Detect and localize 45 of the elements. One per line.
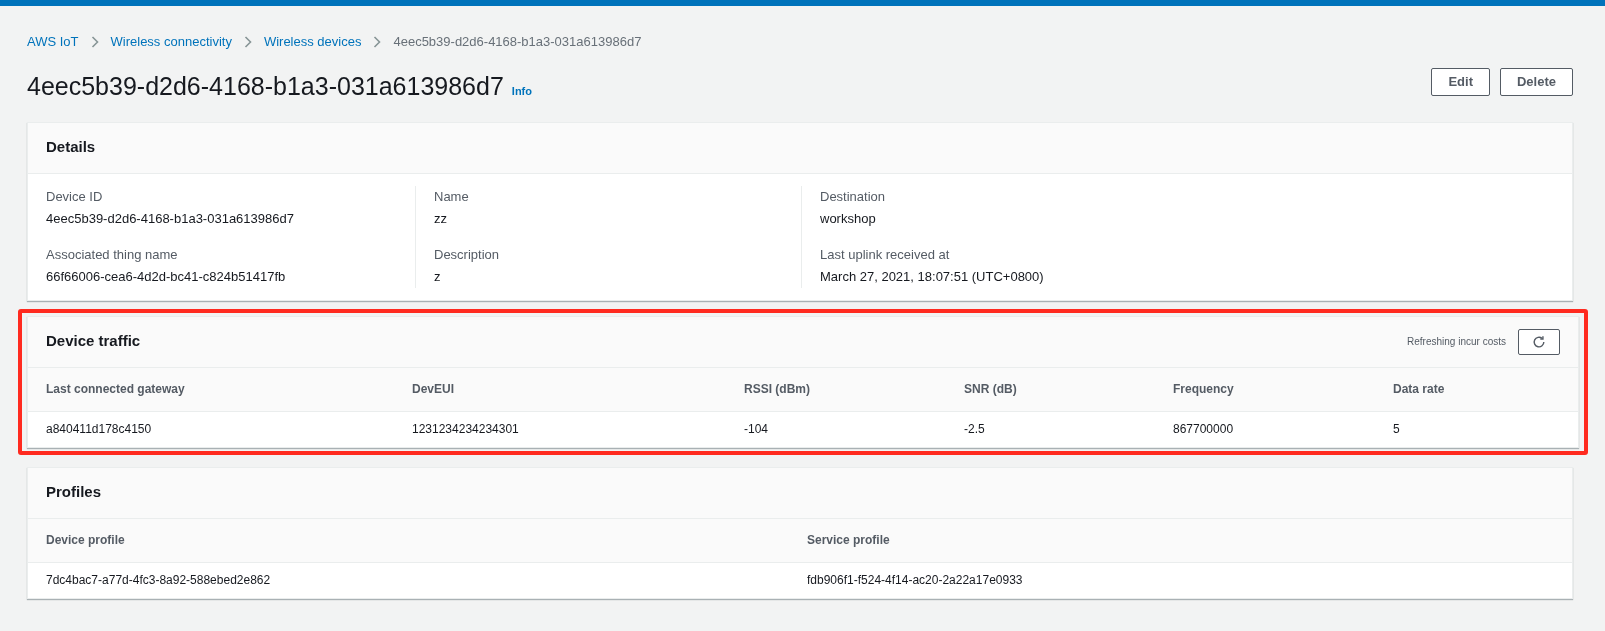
chevron-right-icon: [373, 35, 382, 48]
table-cell-text: -104: [744, 421, 770, 438]
breadcrumb-link[interactable]: Wireless connectivity: [110, 32, 232, 52]
breadcrumb-link[interactable]: AWS IoT: [27, 32, 79, 52]
table-cell-text: 867700000: [1173, 421, 1235, 438]
field-value: zz: [434, 209, 448, 228]
chevron-right-icon: [90, 35, 99, 48]
column-header: Last connected gateway: [46, 381, 186, 398]
field-label: Description: [434, 245, 501, 264]
field-value: 4eec5b39-d2d6-4168-b1a3-031a613986d7: [46, 209, 295, 228]
field-label: Associated thing name: [46, 245, 179, 264]
panel-title: Details: [46, 137, 96, 158]
refresh-icon: [1532, 334, 1546, 349]
refresh-button[interactable]: [1518, 328, 1560, 355]
table-cell-text: 1231234234234301: [412, 421, 520, 438]
column-header: RSSI (dBm): [744, 381, 811, 398]
breadcrumb-current: 4eec5b39-d2d6-4168-b1a3-031a613986d7: [393, 33, 642, 51]
refresh-note: Refreshing incur costs: [1407, 335, 1506, 349]
field-value: March 27, 2021, 18:07:51 (UTC+0800): [820, 267, 1045, 286]
table-cell-text: 5: [1393, 421, 1401, 438]
table-cell-text: fdb906f1-f524-4f14-ac20-2a22a17e0933: [807, 572, 1024, 589]
field-label: Last uplink received at: [820, 245, 951, 264]
column-header: DevEUI: [412, 381, 456, 398]
panel-title: Profiles: [46, 482, 102, 503]
field-value: z: [434, 267, 442, 286]
page-title: 4eec5b39-d2d6-4168-b1a3-031a613986d7: [27, 70, 504, 102]
column-header: Frequency: [1173, 381, 1235, 398]
info-link[interactable]: Info: [511, 82, 532, 99]
table-cell-text: -2.5: [964, 421, 986, 438]
column-header: Data rate: [1393, 381, 1446, 398]
table-cell-text: a840411d178c4150: [46, 421, 153, 438]
field-label: Name: [434, 187, 470, 206]
field-label: Destination: [820, 187, 887, 206]
table-cell-text: 7dc4bac7-a77d-4fc3-8a92-588ebed2e862: [46, 572, 272, 589]
field-value: 66f66006-cea6-4d2d-bc41-c824b51417fb: [46, 267, 287, 286]
header-button[interactable]: Edit: [1431, 67, 1490, 96]
column-header: SNR (dB): [964, 381, 1018, 398]
chevron-right-icon: [243, 35, 252, 48]
panel-title: Device traffic: [46, 331, 141, 352]
column-header: Device profile: [46, 532, 126, 549]
field-label: Device ID: [46, 187, 104, 206]
breadcrumb-link[interactable]: Wireless devices: [263, 32, 362, 52]
field-value: workshop: [820, 209, 877, 228]
column-header: Service profile: [807, 532, 891, 549]
header-button[interactable]: Delete: [1499, 67, 1573, 96]
